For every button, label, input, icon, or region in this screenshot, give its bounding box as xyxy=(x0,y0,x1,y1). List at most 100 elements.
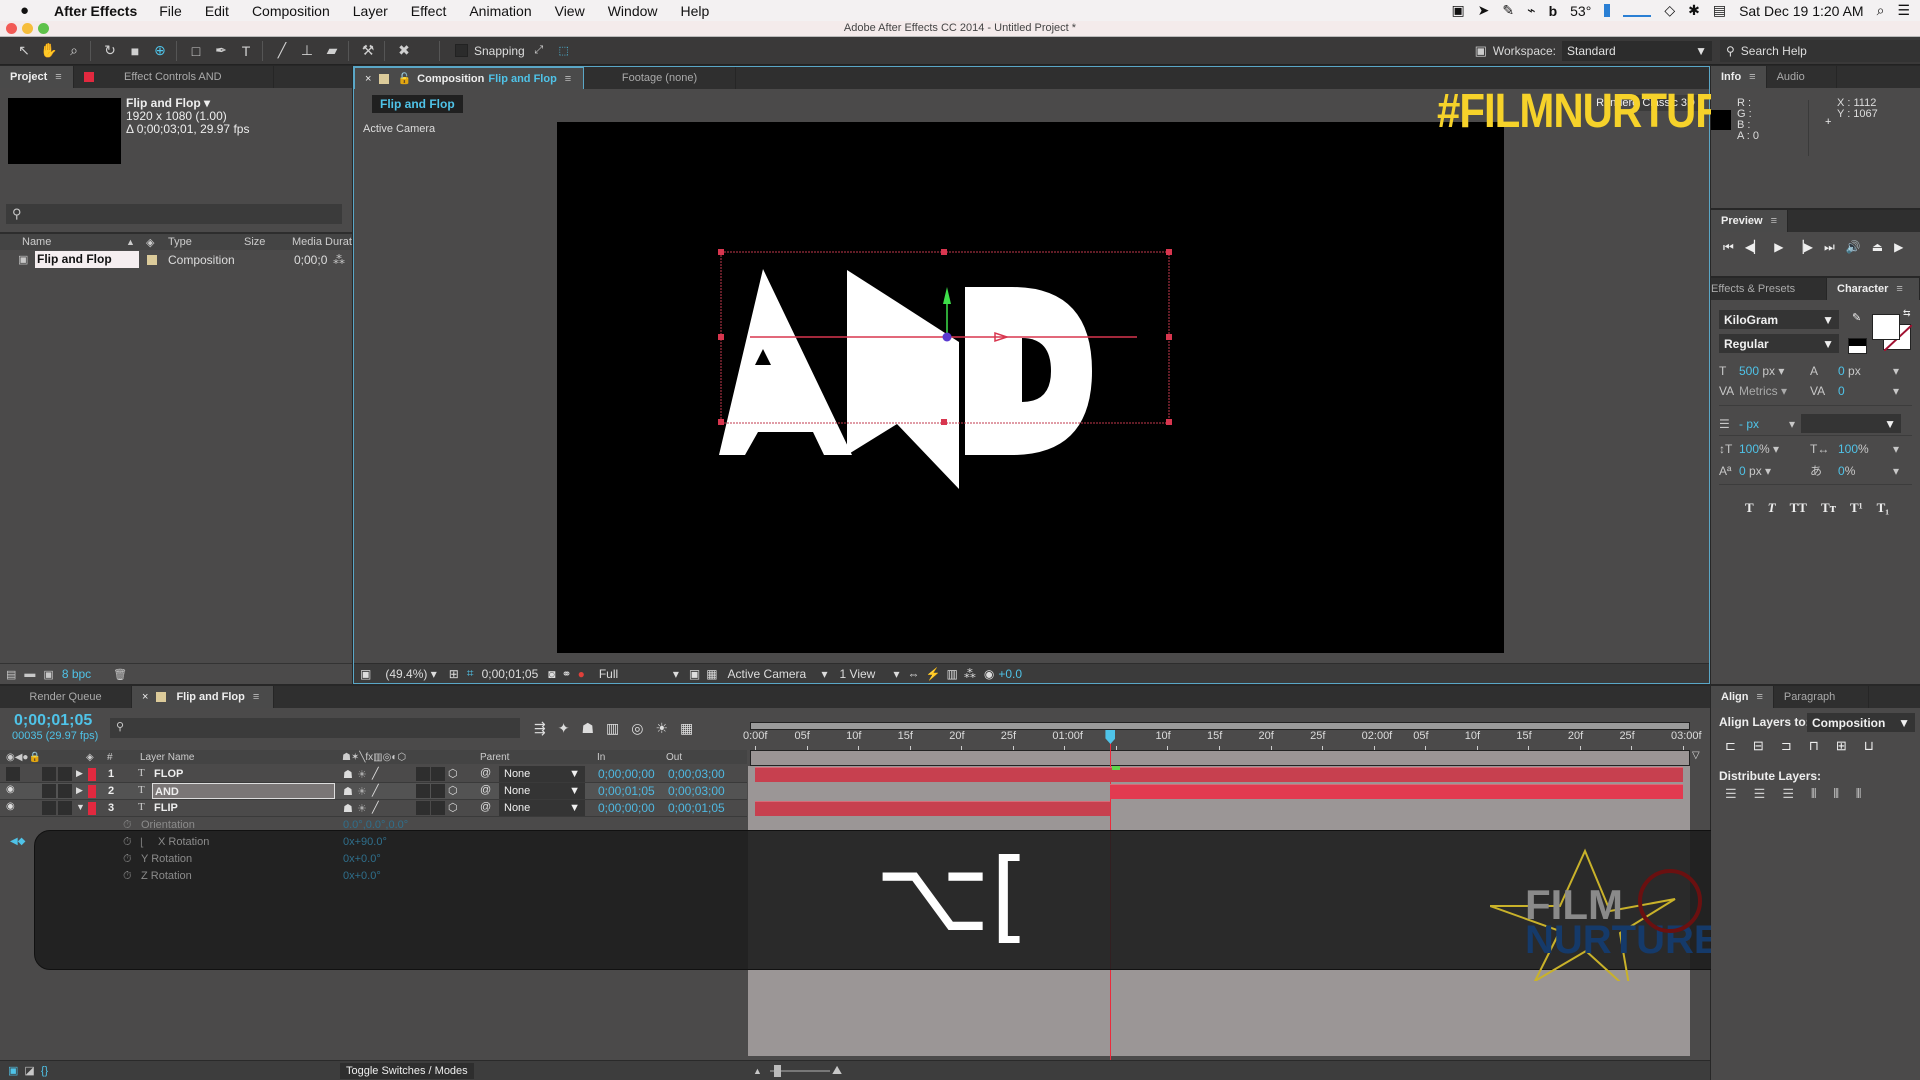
align-h-center-button[interactable]: ⊟ xyxy=(1753,738,1764,754)
layer-name[interactable]: FLOP xyxy=(152,766,183,782)
notification-icon[interactable]: ☰ xyxy=(1897,2,1910,19)
expand-twirl-icon[interactable]: ▶ xyxy=(76,768,83,779)
type-tool-icon[interactable]: T xyxy=(235,40,257,62)
camera-status-icon[interactable]: ▣ xyxy=(1451,2,1464,19)
parent-select[interactable]: None ▼ xyxy=(499,766,585,782)
visibility-toggle[interactable]: ◉ xyxy=(6,801,20,815)
layer-row[interactable]: ▶ 1 T FLOP ☗ ☀ ╱ ⬡ @ None ▼ 0;00;00;00 0;00;03;00 xyxy=(0,766,747,783)
property-value[interactable]: 0x+90.0° xyxy=(343,836,387,848)
pick-whip-icon[interactable]: @ xyxy=(480,784,491,796)
panel-menu-icon[interactable]: ≡ xyxy=(565,73,571,85)
project-search-input[interactable]: ⚲ xyxy=(6,204,342,224)
panel-menu-icon[interactable]: ≡ xyxy=(1896,283,1902,295)
tab-project[interactable]: Project ≡ xyxy=(0,66,74,88)
zoom-tool-icon[interactable]: ⌕ xyxy=(63,40,85,62)
layer-out-point[interactable]: 0;00;03;00 xyxy=(668,784,725,798)
expand-twirl-icon[interactable]: ▼ xyxy=(76,802,85,812)
apple-icon[interactable]: ● xyxy=(20,2,36,19)
shy-switch-icon[interactable]: ☗ xyxy=(343,768,353,781)
faux-bold-button[interactable]: T xyxy=(1745,500,1754,516)
layer-name[interactable]: AND xyxy=(152,783,335,799)
menu-animation[interactable]: Animation xyxy=(469,3,531,19)
align-v-center-button[interactable]: ⊞ xyxy=(1836,738,1847,754)
tab-effects-presets[interactable]: Effects & Presets xyxy=(1711,278,1827,300)
first-frame-icon[interactable]: ⏮ xyxy=(1723,240,1734,255)
snap-features-icon[interactable]: ⬚ xyxy=(553,40,575,62)
last-frame-icon[interactable]: ⏭ xyxy=(1824,240,1835,255)
zoom-in-icon[interactable]: ⛰ xyxy=(832,1063,842,1078)
title-safe-icon[interactable]: ⊞ xyxy=(449,667,459,681)
adjustment-switch[interactable] xyxy=(416,767,430,781)
font-family-select[interactable]: KiloGram ▼ xyxy=(1719,310,1839,329)
work-area-range[interactable] xyxy=(750,750,1690,766)
eraser-tool-icon[interactable]: ▰ xyxy=(321,40,343,62)
layer-label-color[interactable] xyxy=(88,768,96,781)
wifi-icon[interactable]: ◇ xyxy=(1664,2,1675,19)
panel-menu-icon[interactable]: ≡ xyxy=(1749,71,1755,83)
clone-stamp-tool-icon[interactable]: ⊥ xyxy=(296,40,318,62)
comp-end-marker[interactable]: ▽ xyxy=(1692,750,1704,764)
col-out[interactable]: Out xyxy=(666,752,682,763)
property-value[interactable]: 0x+0.0° xyxy=(343,853,381,865)
close-tab-icon[interactable]: × xyxy=(142,691,148,703)
mask-visibility-icon[interactable]: ⌗ xyxy=(467,666,474,681)
sort-asc-icon[interactable]: ▲ xyxy=(126,237,135,247)
cursor-status-icon[interactable]: ➤ xyxy=(1478,2,1490,19)
tsume-field[interactable]: 0% xyxy=(1838,464,1893,478)
lock-icon[interactable]: 🔓 xyxy=(397,72,411,85)
toggle-switches-modes-button[interactable]: Toggle Switches / Modes xyxy=(340,1062,474,1079)
col-layer-name[interactable]: Layer Name xyxy=(140,752,194,763)
selection-tool-icon[interactable]: ↖ xyxy=(13,40,35,62)
comp-breadcrumb[interactable]: Flip and Flop xyxy=(372,95,463,113)
blend-switch[interactable] xyxy=(431,784,445,798)
swap-colors-icon[interactable]: ⇆ xyxy=(1903,308,1911,319)
menu-window[interactable]: Window xyxy=(608,3,658,19)
snap-edges-icon[interactable]: ⤢ xyxy=(528,40,550,62)
loop-icon[interactable]: ⏏ xyxy=(1872,240,1883,255)
pick-whip-icon[interactable]: @ xyxy=(480,801,491,813)
layer-duration-bar[interactable] xyxy=(755,801,1111,816)
exposure-value[interactable]: +0.0 xyxy=(998,667,1022,681)
black-white-swatch[interactable] xyxy=(1848,338,1867,354)
comp-mini-flowchart-icon[interactable]: ⇶ xyxy=(534,720,546,737)
zoom-select[interactable]: (49.4%) ▾ xyxy=(385,667,436,681)
quality-switch-icon[interactable]: ╱ xyxy=(372,801,379,814)
exposure-reset-icon[interactable]: ◉ xyxy=(984,667,994,681)
hand-tool-icon[interactable]: ✋ xyxy=(38,40,60,62)
new-composition-icon[interactable]: ▣ xyxy=(43,668,53,681)
blend-switch[interactable] xyxy=(431,767,445,781)
work-area-bar[interactable] xyxy=(750,722,1690,730)
app-menu[interactable]: After Effects xyxy=(54,3,137,19)
lock-toggle[interactable] xyxy=(58,784,72,798)
col-duration[interactable]: Media Durat xyxy=(292,236,352,248)
resolution-select[interactable]: Full ▾ xyxy=(599,667,679,681)
3d-layer-icon[interactable]: ⬡ xyxy=(448,767,458,780)
graph-icon[interactable]: ⌊ xyxy=(140,836,144,849)
solo-toggle[interactable] xyxy=(42,784,56,798)
bluetooth-icon[interactable]: ✱ xyxy=(1688,2,1700,19)
adjustment-switch[interactable] xyxy=(416,784,430,798)
lock-toggle[interactable] xyxy=(58,767,72,781)
pan-behind-tool-icon[interactable]: ⊕ xyxy=(149,40,171,62)
3d-layer-icon[interactable]: ⬡ xyxy=(448,784,458,797)
col-in[interactable]: In xyxy=(597,752,605,763)
pick-whip-icon[interactable]: @ xyxy=(480,767,491,779)
interpret-footage-icon[interactable]: ▤ xyxy=(6,668,16,681)
col-name[interactable]: Name xyxy=(22,236,51,248)
all-caps-button[interactable]: TT xyxy=(1790,500,1807,516)
distribute-v-center-button[interactable]: ☰ xyxy=(1754,786,1766,802)
comp-viewer[interactable] xyxy=(557,122,1504,653)
layer-label-color[interactable] xyxy=(88,785,96,798)
align-to-select[interactable]: Composition ▼ xyxy=(1807,713,1915,732)
layer-row[interactable]: ◉ ▼ 3 T FLIP ☗ ☀ ╱ ⬡ @ None ▼ 0;00;00;00 0;00;01;05 xyxy=(0,800,747,817)
parent-select[interactable]: None ▼ xyxy=(499,783,585,799)
current-time[interactable]: 0;00;01;05 xyxy=(482,667,539,681)
tab-effect-controls[interactable]: Effect Controls AND xyxy=(74,66,274,88)
brainstorm-icon[interactable]: ☀ xyxy=(655,720,668,737)
visibility-toggle[interactable] xyxy=(6,767,20,781)
play-icon[interactable]: ▶ xyxy=(1774,240,1783,255)
flowchart-icon[interactable]: ⁂ xyxy=(964,667,976,681)
panel-menu-icon[interactable]: ≡ xyxy=(1771,215,1777,227)
new-folder-icon[interactable]: ▬ xyxy=(24,668,35,680)
puppet-pin-tool-icon[interactable]: ✖ xyxy=(393,40,415,62)
